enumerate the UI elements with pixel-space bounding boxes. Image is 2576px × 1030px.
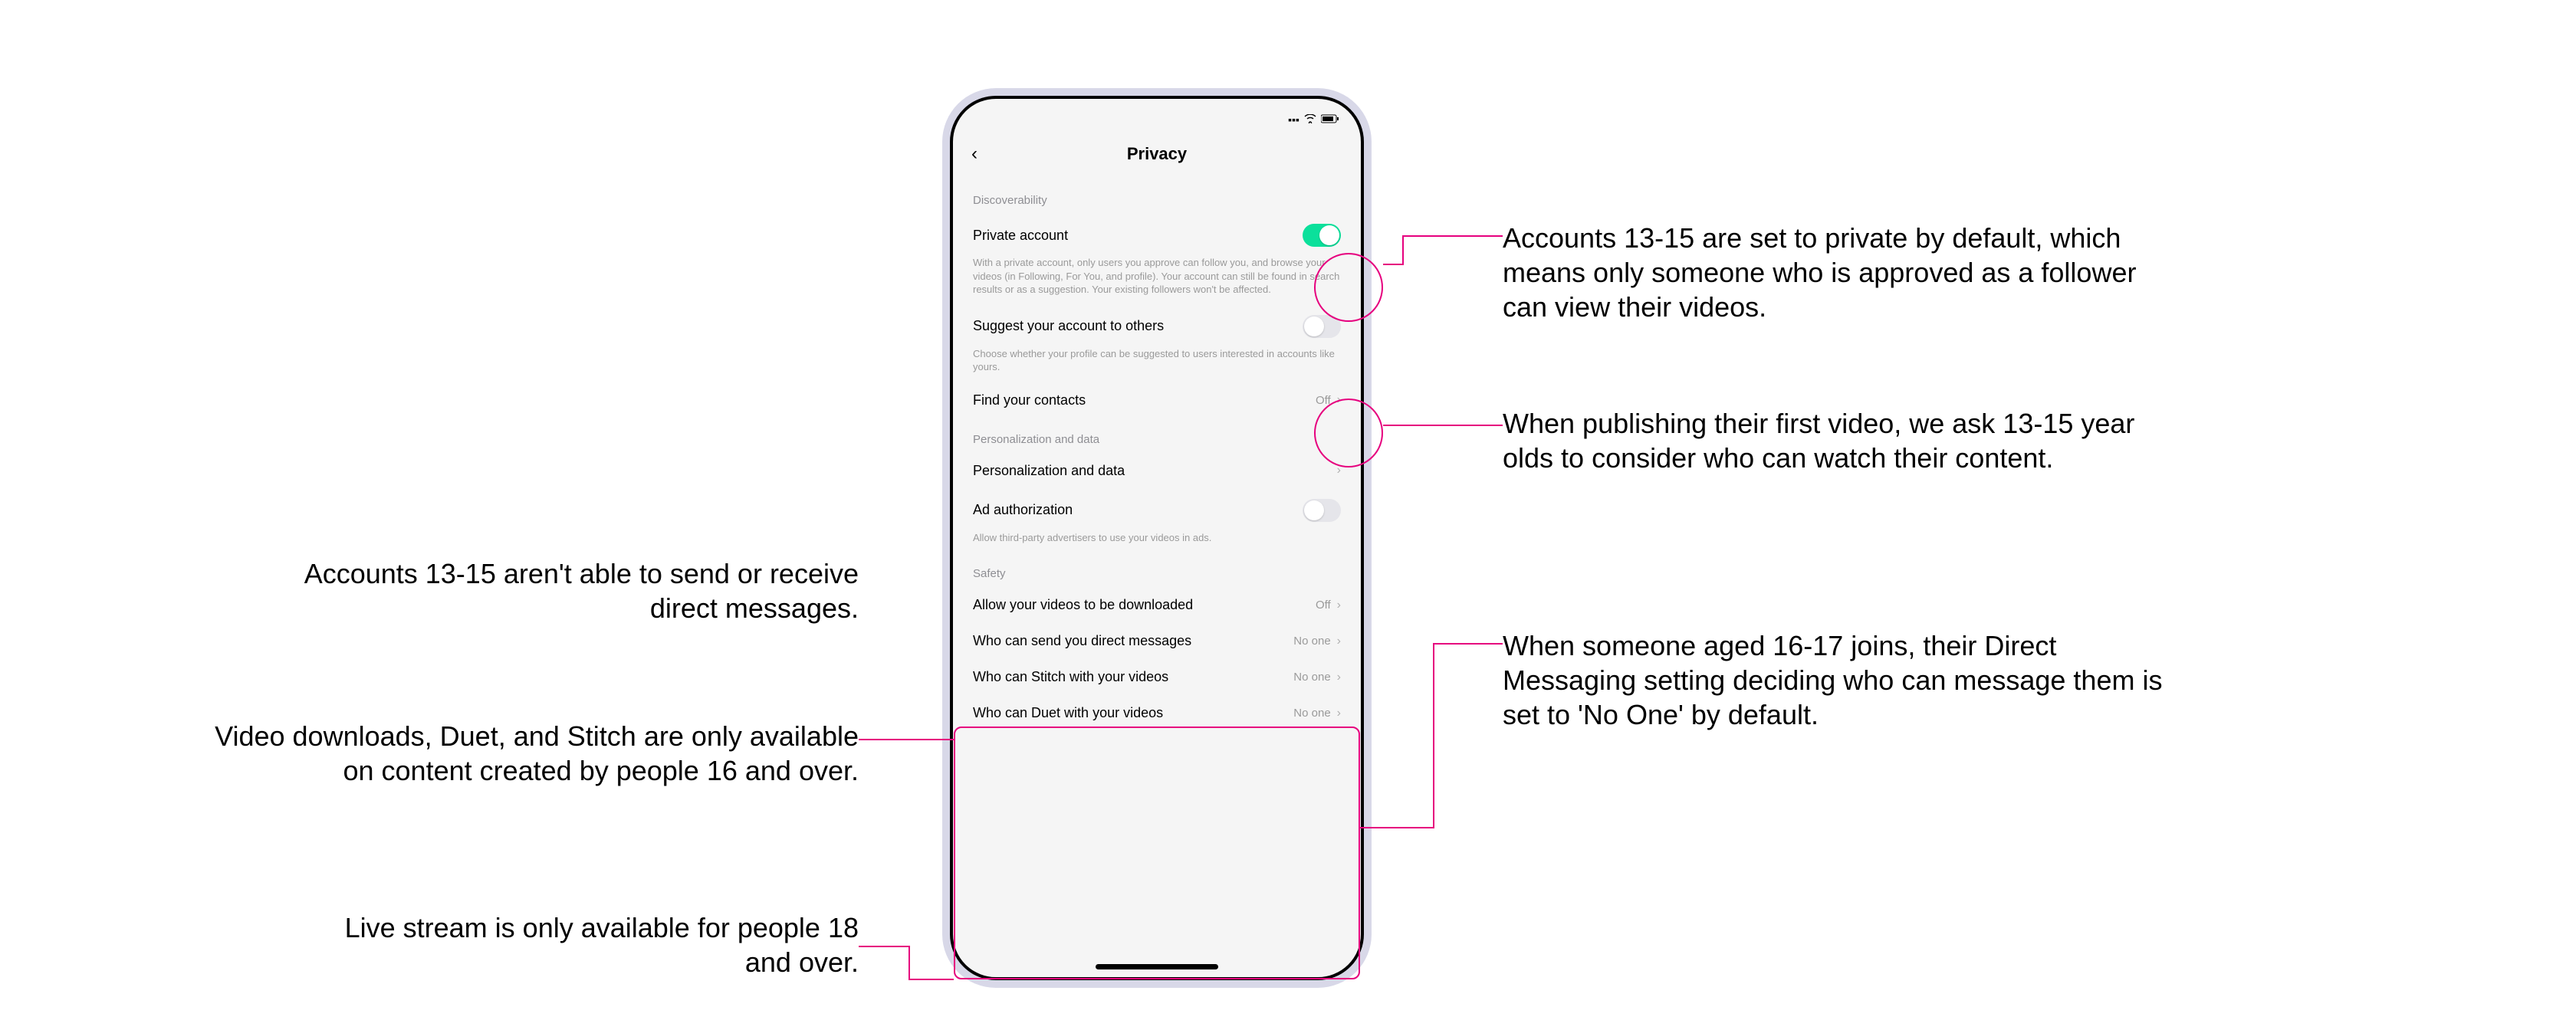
row-direct-messages[interactable]: Who can send you direct messages No one › xyxy=(953,622,1361,658)
page-title: Privacy xyxy=(953,144,1361,164)
back-icon[interactable]: ‹ xyxy=(971,143,978,165)
callout-box-safety xyxy=(954,727,1360,979)
chevron-right-icon: › xyxy=(1337,671,1341,684)
personalization-row-label: Personalization and data xyxy=(973,463,1125,479)
dm-label: Who can send you direct messages xyxy=(973,633,1191,649)
wifi-icon xyxy=(1304,113,1316,126)
downloads-label: Allow your videos to be downloaded xyxy=(973,597,1193,613)
downloads-value: Off xyxy=(1316,599,1331,612)
callout-circle-suggest-toggle xyxy=(1314,399,1383,467)
callout-circle-private-toggle xyxy=(1314,253,1383,322)
section-personalization-label: Personalization and data xyxy=(953,418,1361,452)
suggest-account-desc: Choose whether your profile can be sugge… xyxy=(953,347,1361,382)
duet-value: No one xyxy=(1293,707,1330,720)
ad-authorization-desc: Allow third-party advertisers to use you… xyxy=(953,531,1361,553)
annotation-left-2: Video downloads, Duet, and Stitch are on… xyxy=(215,719,859,788)
private-account-label: Private account xyxy=(973,228,1068,244)
battery-icon xyxy=(1321,113,1339,126)
ad-authorization-label: Ad authorization xyxy=(973,502,1073,518)
row-duet[interactable]: Who can Duet with your videos No one › xyxy=(953,694,1361,730)
annotation-right-1: Accounts 13-15 are set to private by def… xyxy=(1503,221,2177,324)
row-find-contacts[interactable]: Find your contacts Off› xyxy=(953,382,1361,418)
row-stitch[interactable]: Who can Stitch with your videos No one › xyxy=(953,658,1361,694)
annotation-right-3: When someone aged 16-17 joins, their Dir… xyxy=(1503,628,2177,732)
section-safety-label: Safety xyxy=(953,552,1361,586)
stitch-value: No one xyxy=(1293,671,1330,684)
find-contacts-label: Find your contacts xyxy=(973,392,1086,408)
annotation-left-1: Accounts 13-15 aren't able to send or re… xyxy=(276,556,859,625)
ad-authorization-toggle[interactable] xyxy=(1303,499,1341,522)
chevron-right-icon: › xyxy=(1337,707,1341,720)
annotation-left-3: Live stream is only available for people… xyxy=(307,910,859,979)
private-account-toggle[interactable] xyxy=(1303,224,1341,247)
row-private-account[interactable]: Private account xyxy=(953,213,1361,256)
dm-value: No one xyxy=(1293,635,1330,648)
app-header: ‹ Privacy xyxy=(953,133,1361,179)
annotation-right-2: When publishing their first video, we as… xyxy=(1503,406,2177,475)
row-personalization[interactable]: Personalization and data › xyxy=(953,452,1361,488)
chevron-right-icon: › xyxy=(1337,599,1341,612)
row-downloads[interactable]: Allow your videos to be downloaded Off › xyxy=(953,586,1361,622)
duet-label: Who can Duet with your videos xyxy=(973,705,1163,721)
row-ad-authorization[interactable]: Ad authorization xyxy=(953,488,1361,531)
stitch-label: Who can Stitch with your videos xyxy=(973,669,1168,685)
private-account-desc: With a private account, only users you a… xyxy=(953,256,1361,304)
row-suggest-account[interactable]: Suggest your account to others xyxy=(953,304,1361,347)
chevron-right-icon: › xyxy=(1337,635,1341,648)
suggest-account-label: Suggest your account to others xyxy=(973,318,1164,334)
signal-icon: ▪▪▪ xyxy=(1288,113,1300,126)
section-discoverability-label: Discoverability xyxy=(953,179,1361,213)
status-bar: ▪▪▪ xyxy=(953,99,1361,133)
